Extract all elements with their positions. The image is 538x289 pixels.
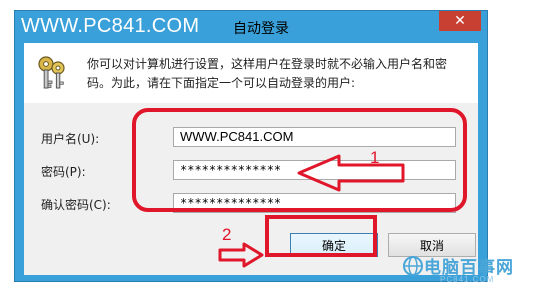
keys-icon xyxy=(38,56,65,89)
title-bar: WWW.PC841.COM 自动登录 ✕ xyxy=(15,11,487,41)
info-line-2: 码。为此，请在下面指定一个可以自动登录的用户: xyxy=(87,76,356,90)
annotation-arrow-left-icon xyxy=(297,154,405,192)
dialog-title: 自动登录 xyxy=(233,21,289,37)
close-icon: ✕ xyxy=(454,13,466,29)
info-line-1: 你可以对计算机进行设置，这样用户在登录时就不必输入用户名和密 xyxy=(87,57,448,71)
password-label: 密码(P): xyxy=(41,165,86,179)
info-panel: 你可以对计算机进行设置，这样用户在登录时就不必输入用户名和密 码。为此，请在下面… xyxy=(24,43,478,103)
username-label: 用户名(U): xyxy=(41,132,100,146)
globe-icon xyxy=(403,256,423,276)
watermark-logo: 电脑百事网 PC841.COM xyxy=(402,253,538,289)
close-button[interactable]: ✕ xyxy=(439,11,481,31)
watermark-subtext: PC841.COM xyxy=(440,275,495,284)
confirm-password-label: 确认密码(C): xyxy=(41,198,111,212)
site-watermark-title: WWW.PC841.COM xyxy=(21,15,200,37)
annotation-ok-highlight xyxy=(265,215,377,257)
info-text: 你可以对计算机进行设置，这样用户在登录时就不必输入用户名和密 码。为此，请在下面… xyxy=(87,55,467,93)
annotation-arrow-right-icon xyxy=(218,242,264,268)
